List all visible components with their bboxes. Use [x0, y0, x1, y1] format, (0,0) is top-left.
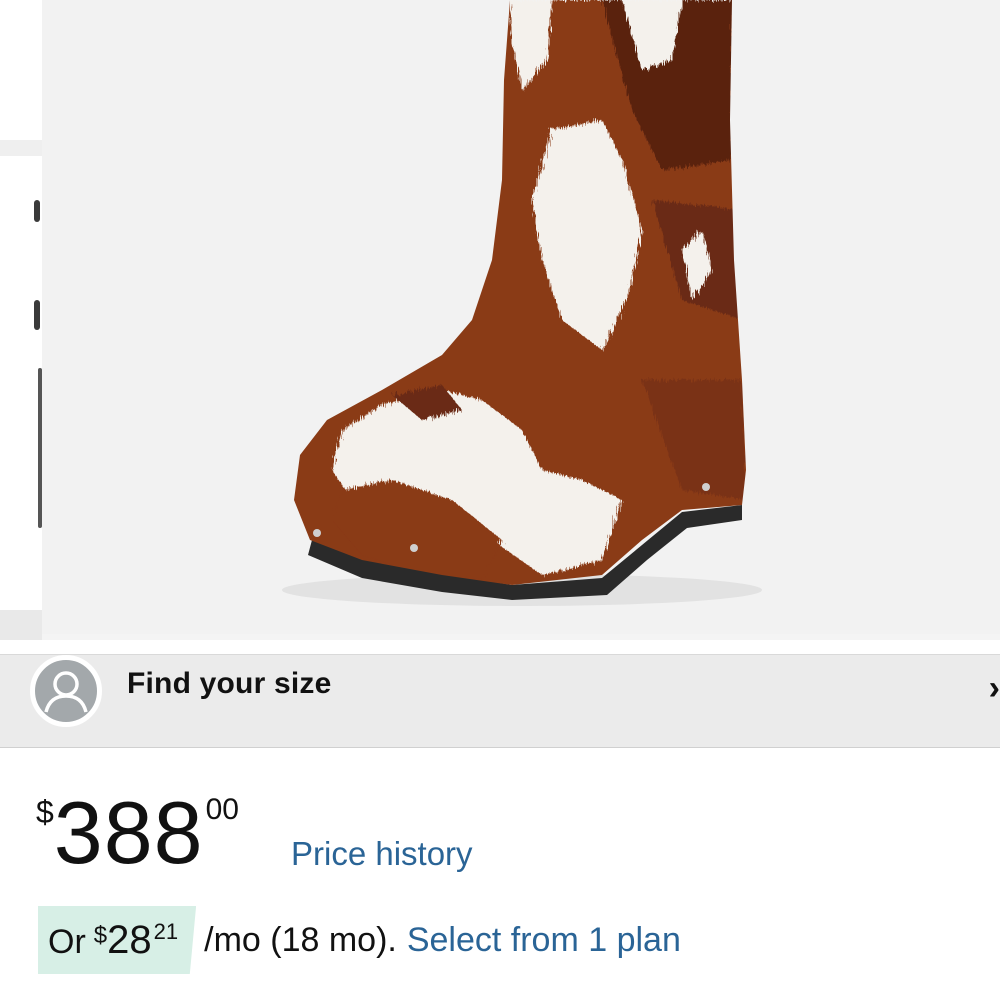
- installment-prefix: Or: [48, 923, 86, 961]
- price-fraction: 00: [205, 793, 239, 826]
- price: $38800: [36, 782, 239, 884]
- installment-offer: Or $2821/mo (18 mo). Select from 1 plan: [38, 906, 681, 974]
- product-page: Find your size › $38800 Price history Or…: [0, 0, 1000, 1000]
- installment-currency-symbol: $: [93, 922, 108, 949]
- background-divider: [0, 610, 42, 640]
- person-icon: [30, 655, 102, 727]
- background-divider: [0, 140, 42, 156]
- select-plan-link[interactable]: Select from 1 plan: [407, 906, 681, 974]
- background-glyph: [34, 300, 40, 330]
- installment-whole: 28: [107, 918, 152, 962]
- product-image[interactable]: [42, 0, 1000, 634]
- installment-term: /mo (18 mo).: [204, 921, 397, 959]
- background-glyph: [34, 200, 40, 222]
- price-currency-symbol: $: [36, 794, 54, 830]
- chevron-right-icon[interactable]: ›: [989, 669, 1000, 708]
- installment-badge: Or $2821: [38, 906, 197, 974]
- find-your-size-bar[interactable]: Find your size ›: [0, 654, 1000, 748]
- price-whole: 388: [53, 783, 204, 882]
- installment-fraction: 21: [153, 919, 179, 944]
- price-history-link[interactable]: Price history: [291, 835, 473, 873]
- boot-illustration: [282, 0, 762, 606]
- find-your-size-label: Find your size: [127, 667, 332, 700]
- background-sliver: [0, 0, 42, 640]
